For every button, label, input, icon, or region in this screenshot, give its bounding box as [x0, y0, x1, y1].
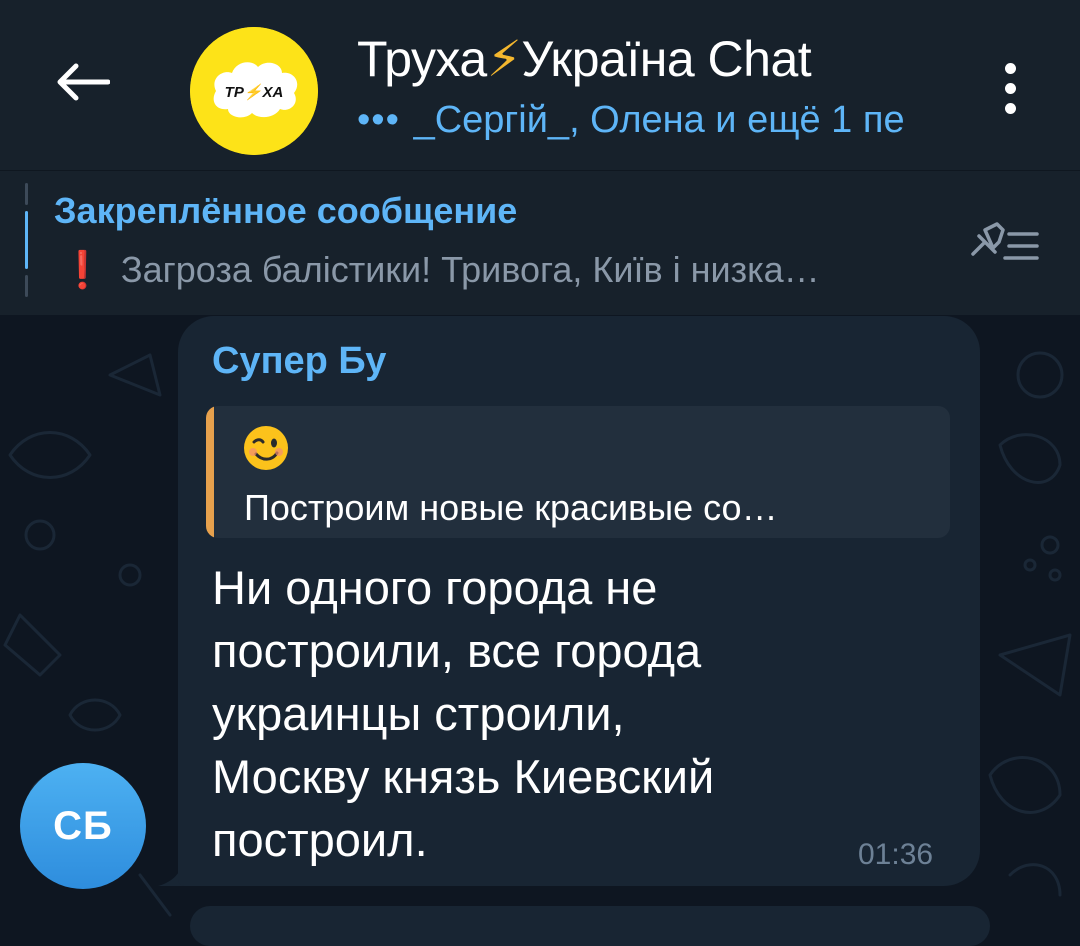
vertical-dots-icon-dot — [1004, 82, 1016, 94]
unpin-list-icon — [971, 222, 1039, 260]
arrow-left-icon — [57, 63, 110, 101]
chat-avatar[interactable]: ТР⚡ХА — [190, 27, 318, 155]
lightning-icon: ⚡ — [486, 31, 522, 87]
message-line: Москву князь Киевский — [212, 750, 715, 803]
pinned-position-indicator — [25, 183, 30, 303]
back-button[interactable] — [50, 50, 114, 114]
vertical-dots-icon — [1004, 62, 1016, 74]
reply-quote-bar — [206, 406, 214, 538]
reply-text: Построим новые красивые со… — [244, 487, 778, 528]
exclamation-icon: ❗ — [60, 249, 105, 290]
sender-avatar[interactable]: СБ — [20, 763, 146, 889]
pinned-label: Закреплённое сообщение — [54, 190, 518, 231]
unpin-button[interactable] — [965, 214, 1045, 274]
pinned-text[interactable]: ❗ Загроза балістики! Тривога, Київ і низк… — [60, 248, 930, 292]
message-line: украинцы строили, — [212, 687, 625, 740]
logo-text: ТР⚡ХА — [225, 83, 284, 101]
title-part2: Україна Chat — [521, 31, 812, 87]
chat-title[interactable]: Труха⚡Україна Chat — [357, 28, 812, 90]
chat-subtitle: ••• _Сергій_, Олена и ещё 1 пе — [357, 96, 957, 144]
pin-indicator-segment — [25, 183, 28, 205]
message-text: Ни одного города не построили, все город… — [212, 556, 932, 871]
pinned-message-preview: Загроза балістики! Тривога, Київ і низка… — [120, 249, 820, 290]
typing-users: _Сергій_, Олена и ещё 1 пе — [413, 99, 905, 141]
chat-header: ТР⚡ХА Труха⚡Україна Chat ••• _Сергій_, О… — [0, 0, 1080, 170]
sender-name[interactable]: Супер Бу — [212, 340, 386, 383]
reply-quote[interactable]: Построим новые красивые со… — [206, 406, 950, 538]
pin-indicator-segment-active — [25, 211, 28, 269]
winking-face-icon — [244, 426, 288, 470]
truha-logo: ТР⚡ХА — [190, 27, 318, 155]
title-part1: Труха — [357, 31, 487, 87]
message-line: Ни одного города не — [212, 561, 658, 614]
vertical-dots-icon-dot — [1004, 102, 1016, 114]
pin-indicator-segment — [25, 275, 28, 297]
more-menu-button[interactable] — [990, 48, 1030, 128]
next-message-bubble[interactable] — [190, 906, 990, 946]
message-line: построили, все города — [212, 624, 702, 677]
message-line: построил. — [212, 813, 428, 866]
typing-indicator: ••• — [357, 99, 400, 141]
message-timestamp: 01:36 — [858, 838, 934, 871]
